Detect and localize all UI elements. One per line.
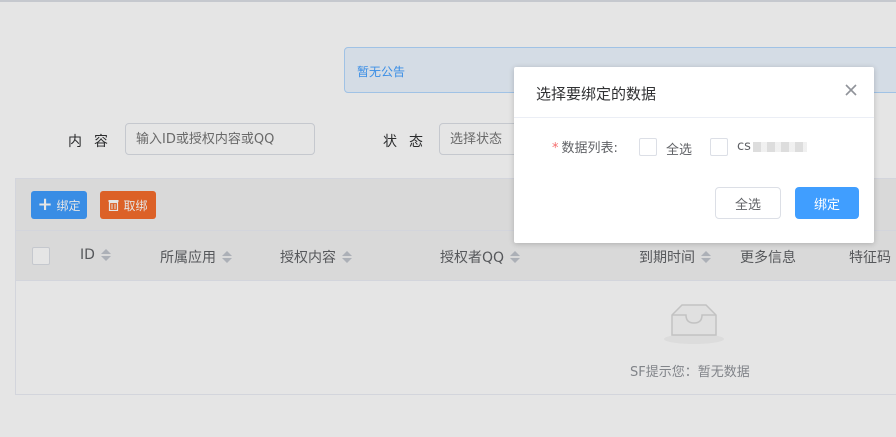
data-list-label: * 数据列表: bbox=[552, 137, 618, 156]
option-checkbox-cs[interactable] bbox=[710, 138, 728, 156]
select-all-button[interactable]: 全选 bbox=[715, 187, 781, 219]
option-label-text: cs bbox=[737, 139, 751, 154]
close-icon[interactable] bbox=[844, 83, 858, 97]
select-all-checkbox-label[interactable]: 全选 bbox=[666, 139, 692, 158]
option-label-cs[interactable]: cs bbox=[737, 139, 807, 154]
required-mark: * bbox=[552, 141, 559, 156]
data-list-label-text: 数据列表: bbox=[561, 141, 618, 156]
bind-data-dialog: 选择要绑定的数据 * 数据列表: 全选 cs 全选 绑定 bbox=[514, 67, 874, 243]
redacted-text bbox=[752, 141, 807, 152]
dialog-title: 选择要绑定的数据 bbox=[536, 85, 657, 103]
confirm-bind-button[interactable]: 绑定 bbox=[795, 187, 859, 219]
select-all-checkbox[interactable] bbox=[639, 138, 657, 156]
dialog-divider bbox=[514, 117, 874, 118]
